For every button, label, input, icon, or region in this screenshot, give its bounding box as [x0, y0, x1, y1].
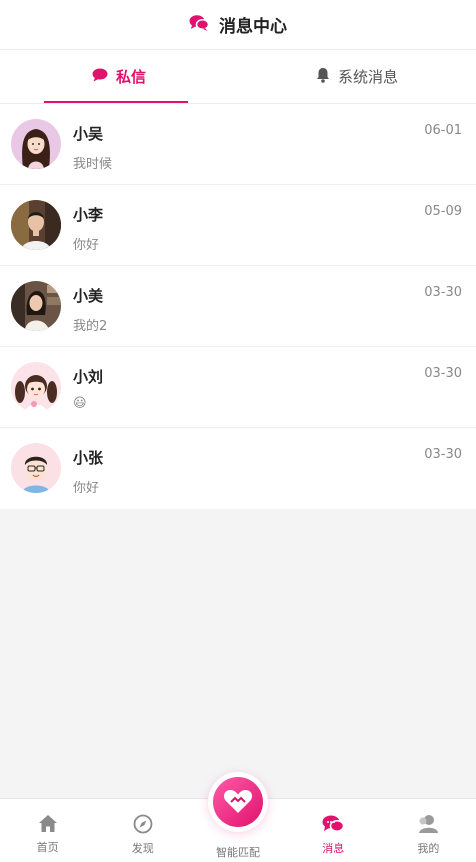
heart-handshake-icon [223, 788, 253, 817]
tabbar-home[interactable]: 首页 [0, 799, 95, 862]
girl-pigtails-avatar [11, 362, 61, 412]
conversation-item[interactable]: 小李 你好 05-09 [0, 185, 476, 266]
conversation-item[interactable]: 小张 你好 03-30 [0, 428, 476, 509]
compass-icon [133, 814, 153, 837]
contact-name: 小张 [73, 449, 104, 467]
conversation-item[interactable]: 小吴 我时候 06-01 [0, 104, 476, 185]
home-icon [38, 814, 58, 836]
bell-icon [316, 67, 330, 87]
smart-match-button[interactable] [213, 777, 263, 827]
woman-photo-avatar [11, 281, 61, 331]
contact-name: 小李 [73, 206, 104, 224]
contact-name: 小美 [73, 287, 104, 305]
conversation-text: 小美 我的2 [73, 281, 462, 334]
man-photo-avatar [11, 200, 61, 250]
tabbar-label: 消息 [322, 842, 345, 855]
conversation-text: 小吴 我时候 [73, 119, 462, 172]
tabbar-smart-match[interactable]: 智能匹配 [190, 777, 285, 862]
page-header: 消息中心 [0, 0, 476, 50]
tabbar-messages[interactable]: 消息 [286, 799, 381, 862]
message-preview: 我时候 [73, 157, 113, 172]
tab-label: 系统消息 [337, 68, 398, 86]
conversation-item[interactable]: 小美 我的2 03-30 [0, 266, 476, 347]
tabbar-label: 我的 [417, 842, 440, 855]
tabbar-label: 首页 [36, 841, 59, 854]
tabbar-label: 智能匹配 [216, 846, 260, 859]
tabbar-profile[interactable]: 我的 [381, 799, 476, 862]
chat-bubble-icon [92, 68, 108, 86]
woman-long-hair-avatar [11, 119, 61, 169]
chat-bubbles-icon [189, 14, 210, 36]
tab-private-messages[interactable]: 私信 [0, 50, 238, 103]
chat-bubbles-icon [322, 814, 345, 837]
tabbar-label: 发现 [131, 842, 154, 855]
tab-label: 私信 [115, 68, 146, 86]
conversation-item[interactable]: 小刘 😃 03-30 [0, 347, 476, 428]
conversation-text: 小张 你好 [73, 443, 462, 496]
message-preview: 你好 [73, 481, 100, 496]
message-preview: 我的2 [73, 319, 108, 334]
message-time: 05-09 [424, 204, 462, 219]
tab-system-messages[interactable]: 系统消息 [238, 50, 476, 103]
message-time: 03-30 [424, 447, 462, 462]
message-preview: 你好 [73, 238, 100, 253]
user-icon [417, 814, 439, 837]
bottom-tab-bar: 首页 发现 智能匹配 消息 我的 [0, 777, 476, 862]
man-glasses-avatar [11, 443, 61, 493]
tabbar-discover[interactable]: 发现 [95, 799, 190, 862]
message-time: 03-30 [424, 285, 462, 300]
message-tabs: 私信 系统消息 [0, 50, 476, 104]
message-preview: 😃 [73, 396, 87, 411]
contact-name: 小吴 [73, 125, 104, 143]
conversation-text: 小刘 😃 [73, 362, 462, 411]
conversation-text: 小李 你好 [73, 200, 462, 253]
page-title: 消息中心 [219, 17, 287, 37]
conversation-list: 小吴 我时候 06-01 小李 你好 05-09 小美 我的2 03-30 小刘… [0, 104, 476, 509]
message-time: 06-01 [424, 123, 462, 138]
contact-name: 小刘 [73, 368, 104, 386]
message-time: 03-30 [424, 366, 462, 381]
